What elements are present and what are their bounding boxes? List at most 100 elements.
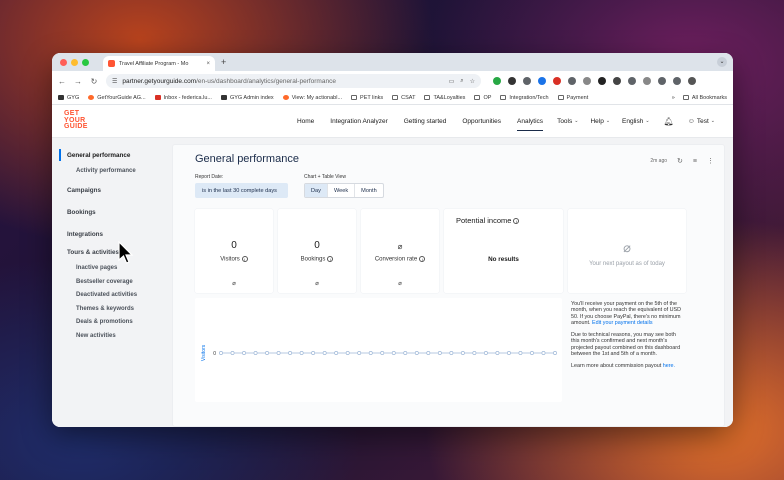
- help-menu[interactable]: Help ⌄: [584, 118, 616, 125]
- data-point[interactable]: [449, 351, 454, 355]
- extension-icon[interactable]: [613, 77, 621, 85]
- nav-opportunities[interactable]: Opportunities: [454, 105, 509, 137]
- gyg-logo[interactable]: GET YOUR GUIDE: [64, 111, 104, 131]
- extension-icon[interactable]: [523, 77, 531, 85]
- extension-icon[interactable]: [598, 77, 606, 85]
- sidebar-item-bestseller-coverage[interactable]: Bestseller coverage: [52, 275, 170, 289]
- data-point[interactable]: [253, 351, 258, 355]
- nav-home[interactable]: Home: [289, 105, 322, 137]
- menu-icon[interactable]: [688, 77, 696, 85]
- info-icon[interactable]: i: [327, 256, 334, 262]
- data-point[interactable]: [265, 351, 270, 355]
- data-point[interactable]: [288, 351, 293, 355]
- bookmark-item[interactable]: GYG: [58, 95, 79, 101]
- sidebar-item-themes-keywords[interactable]: Themes & keywords: [52, 302, 170, 316]
- sidebar-item-bookings[interactable]: Bookings: [52, 204, 170, 222]
- back-button[interactable]: ←: [58, 77, 66, 86]
- language-menu[interactable]: English ⌄: [616, 118, 656, 125]
- nav-integration-analyzer[interactable]: Integration Analyzer: [322, 105, 395, 137]
- download-icon[interactable]: [658, 77, 666, 85]
- bookmark-item[interactable]: CSAT: [392, 95, 415, 101]
- sidebar-item-activity-performance[interactable]: Activity performance: [52, 164, 170, 178]
- extension-icon[interactable]: [493, 77, 501, 85]
- extension-icon[interactable]: [628, 77, 636, 85]
- bookmark-item[interactable]: View: My actionabl...: [282, 95, 342, 101]
- info-icon[interactable]: i: [419, 256, 426, 262]
- data-point[interactable]: [495, 351, 500, 355]
- data-point[interactable]: [368, 351, 373, 355]
- data-point[interactable]: [322, 351, 327, 355]
- user-menu[interactable]: ☺ Test ⌄: [682, 118, 721, 125]
- refresh-icon[interactable]: ↻: [677, 157, 683, 165]
- bookmark-item[interactable]: OP: [474, 95, 491, 101]
- sidebar-item-deals-promotions[interactable]: Deals & promotions: [52, 316, 170, 330]
- report-date-button[interactable]: is in the last 30 complete days: [195, 183, 288, 198]
- close-tab-icon[interactable]: ×: [206, 61, 210, 67]
- sidebar-item-integrations[interactable]: Integrations: [52, 226, 170, 244]
- data-point[interactable]: [472, 351, 477, 355]
- info-icon[interactable]: i: [513, 218, 520, 225]
- data-point[interactable]: [403, 351, 408, 355]
- bookmarks-more-button[interactable]: »: [672, 95, 675, 101]
- data-point[interactable]: [518, 351, 523, 355]
- data-point[interactable]: [541, 351, 546, 355]
- bookmark-item[interactable]: GYG Admin index: [220, 95, 274, 101]
- data-point[interactable]: [391, 351, 396, 355]
- sidebar-item-new-activities[interactable]: New activities: [52, 329, 170, 343]
- extension-icon[interactable]: [583, 77, 591, 85]
- bookmark-star-icon[interactable]: ☆: [470, 78, 475, 85]
- bookmark-item[interactable]: GetYourGuide AG...: [88, 95, 146, 101]
- view-week-button[interactable]: Week: [328, 184, 356, 197]
- tools-menu[interactable]: Tools ⌄: [551, 118, 584, 125]
- sidebar-item-deactivated-activities[interactable]: Deactivated activities: [52, 289, 170, 303]
- sidebar-item-tours-activities[interactable]: Tours & activities: [52, 244, 170, 262]
- bookmark-item[interactable]: Inbox - federica.lu...: [154, 95, 212, 101]
- address-bar[interactable]: ☰ partner.getyourguide.com/en-us/dashboa…: [106, 74, 481, 88]
- more-icon[interactable]: ⋮: [707, 157, 714, 165]
- data-point[interactable]: [334, 351, 339, 355]
- tab-search-icon[interactable]: ⌄: [717, 57, 727, 67]
- extension-icon[interactable]: [508, 77, 516, 85]
- info-icon[interactable]: i: [241, 256, 248, 262]
- forward-button[interactable]: →: [74, 77, 82, 86]
- edit-payment-link[interactable]: Edit your payment details: [592, 320, 653, 326]
- view-day-button[interactable]: Day: [305, 184, 328, 197]
- close-window-button[interactable]: [60, 58, 67, 66]
- bookmark-item[interactable]: PET links: [351, 95, 383, 101]
- data-point[interactable]: [357, 351, 362, 355]
- new-tab-button[interactable]: +: [221, 57, 226, 67]
- sidebar-item-campaigns[interactable]: Campaigns: [52, 182, 170, 200]
- data-point[interactable]: [460, 351, 465, 355]
- data-point[interactable]: [380, 351, 385, 355]
- data-point[interactable]: [483, 351, 488, 355]
- cast-icon[interactable]: ▭: [449, 78, 455, 85]
- view-month-button[interactable]: Month: [355, 184, 383, 197]
- bell-icon[interactable]: 🔔︎: [656, 117, 682, 126]
- data-point[interactable]: [437, 351, 442, 355]
- profile-icon[interactable]: [673, 77, 681, 85]
- bookmark-item[interactable]: Integration/Tech: [500, 95, 549, 101]
- nav-getting-started[interactable]: Getting started: [396, 105, 455, 137]
- maximize-window-button[interactable]: [82, 58, 89, 66]
- extension-icon[interactable]: [643, 77, 651, 85]
- extension-icon[interactable]: [568, 77, 576, 85]
- nav-analytics[interactable]: Analytics: [509, 105, 551, 137]
- data-point[interactable]: [345, 351, 350, 355]
- data-point[interactable]: [219, 351, 223, 355]
- data-point[interactable]: [299, 351, 304, 355]
- data-point[interactable]: [426, 351, 431, 355]
- reload-button[interactable]: ↻: [90, 77, 98, 86]
- data-point[interactable]: [530, 351, 534, 355]
- sidebar-item-inactive-pages[interactable]: Inactive pages: [52, 262, 170, 276]
- data-point[interactable]: [414, 351, 419, 355]
- data-point[interactable]: [311, 351, 316, 355]
- commission-payout-link[interactable]: here.: [663, 363, 675, 369]
- filter-icon[interactable]: ≡: [693, 158, 697, 165]
- data-point[interactable]: [242, 351, 246, 355]
- data-point[interactable]: [230, 351, 235, 355]
- bookmark-item[interactable]: TA&Loyalties: [424, 95, 465, 101]
- all-bookmarks-button[interactable]: All Bookmarks: [682, 95, 727, 101]
- data-point[interactable]: [553, 351, 557, 355]
- extension-icon[interactable]: [538, 77, 546, 85]
- site-info-icon[interactable]: ☰: [112, 78, 117, 85]
